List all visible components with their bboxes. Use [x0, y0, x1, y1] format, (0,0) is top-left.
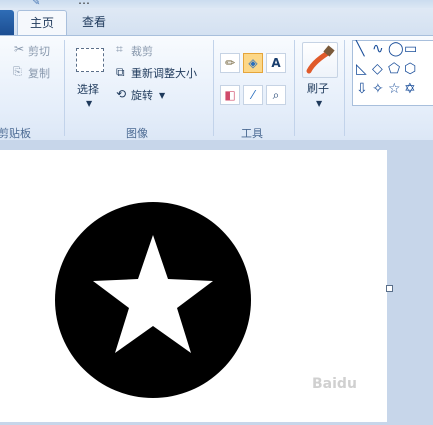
ribbon: ✂ 剪切 ⎘ 复制 剪贴板 选择 ▼ ⌗ 裁剪 ⧉ 重新调整大小 ⟲ 旋转 ▼ … [0, 35, 433, 141]
scissors-icon: ✂ [14, 42, 25, 56]
arrow-shape-icon[interactable]: ⇩ [356, 81, 368, 97]
canvas-resize-handle[interactable] [386, 285, 393, 292]
canvas-area: Baidu [0, 140, 433, 422]
rotate-chevron-icon[interactable]: ▼ [159, 90, 165, 102]
brushes-button[interactable]: 刷子 [307, 80, 329, 96]
cut-button[interactable]: 剪切 [28, 43, 50, 59]
eraser-icon[interactable]: ◧ [220, 85, 240, 105]
pencil-icon[interactable]: ✏ [220, 53, 240, 73]
tab-home[interactable]: 主页 [17, 10, 67, 37]
resize-button[interactable]: 重新调整大小 [131, 65, 197, 81]
diamond-shape-icon[interactable]: ◇ [372, 61, 383, 77]
hexagon-shape-icon[interactable]: ⬡ [404, 61, 416, 77]
magnifier-icon[interactable]: ⌕ [266, 85, 286, 105]
star6-shape-icon[interactable]: ✡ [404, 81, 416, 97]
star5-shape-icon[interactable]: ☆ [388, 81, 401, 97]
oval-shape-icon[interactable]: ◯ [388, 41, 404, 57]
color-picker-icon[interactable]: ⁄ [243, 85, 263, 105]
tools-group-label: 工具 [241, 127, 263, 140]
watermark: Baidu [312, 376, 357, 392]
rotate-icon: ⟲ [116, 87, 127, 101]
select-button[interactable]: 选择 [77, 81, 99, 97]
separator [344, 40, 345, 136]
ribbon-tab-row: 主页 查看 [0, 8, 433, 37]
brush-icon[interactable] [302, 42, 338, 78]
image-group-label: 图像 [126, 127, 148, 140]
star4-shape-icon[interactable]: ✧ [372, 81, 384, 97]
select-icon[interactable] [76, 48, 104, 72]
line-shape-icon[interactable]: ╲ [356, 41, 364, 57]
separator [294, 40, 295, 136]
pentagon-shape-icon[interactable]: ⬠ [388, 61, 400, 77]
rectangle-shape-icon[interactable]: ▭ [404, 41, 417, 57]
separator [213, 40, 214, 136]
shapes-gallery[interactable]: ╲ ∿ ◯ ▭ ◺ ◇ ⬠ ⬡ ⇩ ✧ ☆ ✡ [352, 40, 433, 106]
clipboard-group-label: 剪贴板 [0, 127, 31, 140]
quick-access-icon[interactable]: ✎ [32, 0, 44, 8]
window-title: … [78, 0, 90, 7]
drawing-canvas[interactable]: Baidu [0, 150, 387, 422]
crop-button[interactable]: 裁剪 [131, 43, 153, 59]
resize-icon: ⧉ [116, 65, 125, 79]
text-tool-icon[interactable]: A [266, 53, 286, 73]
chevron-down-icon[interactable]: ▼ [86, 98, 92, 110]
rotate-button[interactable]: 旋转 [131, 87, 153, 103]
file-menu-button[interactable] [0, 10, 14, 35]
copy-button[interactable]: 复制 [28, 65, 50, 81]
curve-shape-icon[interactable]: ∿ [372, 41, 384, 57]
brushes-chevron-icon[interactable]: ▼ [316, 98, 322, 110]
title-bar: ✎ … [0, 0, 433, 8]
tab-view[interactable]: 查看 [72, 10, 116, 35]
fill-bucket-icon[interactable]: ◈ [243, 53, 263, 73]
separator [64, 40, 65, 136]
crop-icon: ⌗ [116, 42, 123, 56]
triangle-shape-icon[interactable]: ◺ [356, 61, 367, 77]
copy-icon: ⎘ [13, 65, 22, 78]
